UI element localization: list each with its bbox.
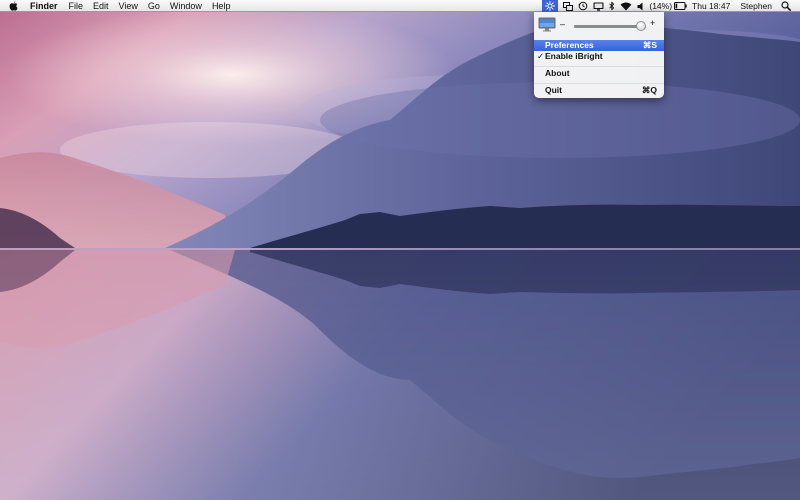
menu-item-quit-shortcut: ⌘Q [641, 85, 657, 95]
spotlight-search-icon[interactable] [781, 0, 791, 12]
menu-item-about-label: About [545, 68, 570, 78]
menu-separator [534, 66, 664, 67]
menu-item-preferences-label: Preferences [545, 40, 594, 50]
display-icon [538, 17, 556, 34]
spaces-icon[interactable] [563, 0, 574, 12]
brightness-decrease-label[interactable]: – [560, 19, 565, 29]
bluetooth-icon[interactable] [609, 0, 615, 12]
desktop-wallpaper [0, 0, 800, 500]
ibright-sun-icon[interactable] [542, 0, 559, 12]
volume-icon[interactable] [637, 0, 644, 12]
brightness-slider-fill [574, 25, 641, 28]
menu-item-preferences[interactable]: Preferences ⌘S [534, 40, 664, 51]
menu-bar-left: Finder File Edit View Go Window Help [0, 0, 240, 11]
brightness-slider-row: – + [534, 15, 664, 35]
menu-go[interactable]: Go [148, 0, 160, 12]
time-machine-icon[interactable] [578, 0, 588, 12]
lake-landscape-image [0, 0, 800, 500]
menu-view[interactable]: View [119, 0, 138, 12]
menu-finder[interactable]: Finder [30, 0, 58, 12]
menu-file[interactable]: File [69, 0, 84, 12]
menu-bar-clock[interactable]: Thu 18:47 [692, 1, 730, 11]
menu-item-quit-label: Quit [545, 85, 562, 95]
menu-item-enable-ibright[interactable]: ✓ Enable iBright [534, 51, 664, 62]
ibright-dropdown-menu: – + Preferences ⌘S ✓ Enable iBright Abou… [534, 12, 664, 98]
wifi-icon[interactable] [620, 0, 632, 12]
battery-percent-text: (14%) [649, 1, 673, 11]
battery-status[interactable]: (14%) [649, 0, 687, 12]
menu-window[interactable]: Window [170, 0, 202, 12]
menu-separator [534, 83, 664, 84]
menu-item-preferences-shortcut: ⌘S [642, 40, 657, 50]
fast-user-switch-name[interactable]: Stephen [740, 1, 772, 11]
brightness-increase-label[interactable]: + [650, 18, 655, 28]
menu-bar: Finder File Edit View Go Window Help (14… [0, 0, 800, 12]
brightness-slider-knob[interactable] [635, 21, 646, 31]
checkmark-icon: ✓ [537, 51, 545, 61]
menu-help[interactable]: Help [212, 0, 231, 12]
battery-icon [674, 2, 687, 10]
menu-item-enable-ibright-label: Enable iBright [545, 51, 603, 61]
menu-edit[interactable]: Edit [93, 0, 109, 12]
menu-item-about[interactable]: About [534, 68, 664, 79]
display-mirroring-icon[interactable] [593, 0, 604, 12]
apple-logo-icon[interactable] [9, 0, 21, 11]
menu-bar-status-area: (14%) Thu 18:47 Stephen [542, 0, 800, 12]
brightness-slider[interactable] [574, 21, 646, 31]
menu-item-quit[interactable]: Quit ⌘Q [534, 85, 664, 96]
